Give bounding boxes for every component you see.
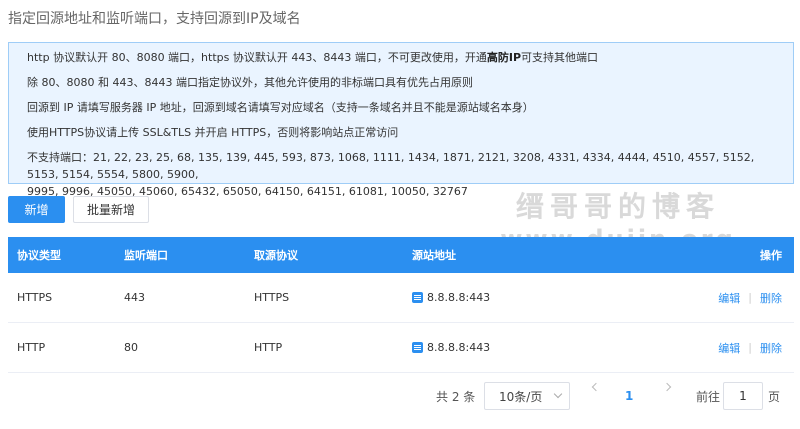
- batch-add-button[interactable]: 批量新增: [73, 196, 149, 223]
- table-header: 协议类型 监听端口 取源协议 源站地址 操作: [8, 237, 794, 273]
- goto-suffix: 页: [768, 389, 781, 404]
- notice-line: 使用HTTPS协议请上传 SSL&TLS 并开启 HTTPS，否则将影响站点正常…: [27, 126, 399, 139]
- add-button[interactable]: 新增: [8, 196, 65, 223]
- pagination-total: 共 2 条: [436, 389, 476, 404]
- cell-origin-address: 8.8.8.8:443: [412, 291, 490, 304]
- notice-line: 除 80、8080 和 443、8443 端口指定协议外，其他允许使用的非标端口…: [27, 76, 473, 89]
- page-number-current[interactable]: 1: [625, 382, 633, 410]
- notice-line: 回源到 IP 请填写服务器 IP 地址，回源到域名请填写对应域名（支持一条域名并…: [27, 101, 534, 114]
- action-divider: |: [748, 341, 752, 354]
- cell-protocol: HTTP: [17, 341, 46, 354]
- cell-port: 443: [124, 291, 145, 304]
- table-row: HTTP 80 HTTP 8.8.8.8:443 编辑 | 删除: [8, 323, 794, 373]
- edit-link[interactable]: 编辑: [718, 290, 740, 306]
- header-origin-protocol: 取源协议: [254, 249, 298, 262]
- row-actions: 编辑 | 删除: [718, 290, 782, 306]
- server-icon: [412, 292, 423, 303]
- delete-link[interactable]: 删除: [760, 290, 782, 306]
- server-icon: [412, 342, 423, 353]
- header-origin-address: 源站地址: [412, 249, 456, 262]
- page-title: 指定回源地址和监听端口，支持回源到IP及域名: [8, 11, 301, 27]
- next-page-button[interactable]: [662, 382, 674, 392]
- origin-address-text: 8.8.8.8:443: [427, 291, 491, 304]
- listener-table: 协议类型 监听端口 取源协议 源站地址 操作 HTTPS 443 HTTPS 8…: [8, 237, 794, 373]
- header-port: 监听端口: [124, 249, 168, 262]
- cell-origin-protocol: HTTPS: [254, 291, 290, 304]
- chevron-left-icon: [591, 382, 601, 392]
- chevron-down-icon: [553, 389, 563, 399]
- row-actions: 编辑 | 删除: [718, 340, 782, 356]
- chevron-right-icon: [662, 382, 672, 392]
- header-actions: 操作: [760, 249, 782, 262]
- page-size-value: 10条/页: [499, 389, 543, 404]
- notice-line: 不支持端口：21, 22, 23, 25, 68, 135, 139, 445,…: [27, 151, 755, 181]
- table-row: HTTPS 443 HTTPS 8.8.8.8:443 编辑 | 删除: [8, 273, 794, 323]
- cell-protocol: HTTPS: [17, 291, 53, 304]
- delete-link[interactable]: 删除: [760, 340, 782, 356]
- origin-address-text: 8.8.8.8:443: [427, 341, 491, 354]
- action-divider: |: [748, 291, 752, 304]
- goto-page-input[interactable]: 1: [723, 382, 763, 410]
- cell-origin-address: 8.8.8.8:443: [412, 341, 490, 354]
- header-protocol: 协议类型: [17, 249, 61, 262]
- page-size-select[interactable]: 10条/页: [484, 382, 570, 410]
- prev-page-button[interactable]: [591, 382, 603, 392]
- edit-link[interactable]: 编辑: [718, 340, 740, 356]
- notice-box: http 协议默认开 80、8080 端口，https 协议默认开 443、84…: [8, 42, 794, 198]
- cell-port: 80: [124, 341, 138, 354]
- goto-label: 前往: [696, 389, 721, 404]
- cell-origin-protocol: HTTP: [254, 341, 283, 354]
- notice-line: http 协议默认开 80、8080 端口，https 协议默认开 443、84…: [27, 51, 599, 64]
